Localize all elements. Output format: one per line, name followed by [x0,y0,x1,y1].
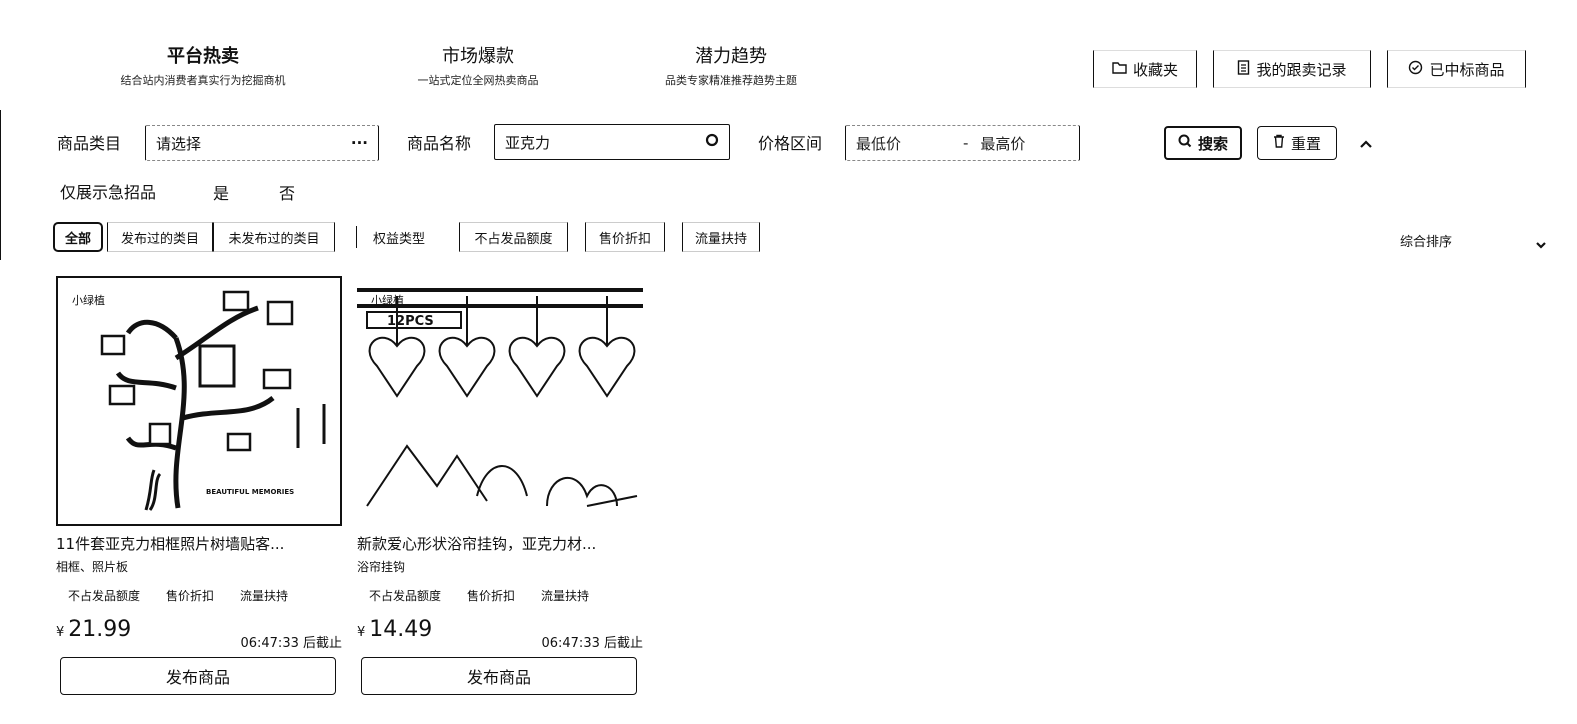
product-category: 浴帘挂钩 [357,560,406,574]
chip-discount[interactable]: 售价折扣 [585,222,665,252]
price-range-label: 价格区间 [758,134,823,153]
tag-discount: 售价折扣 [166,589,215,603]
tab-subtitle: 一站式定位全网热卖商品 [417,74,539,87]
price-range-input[interactable]: 最低价 - 最高价 [845,125,1080,161]
favorites-button[interactable]: 收藏夹 [1093,50,1197,88]
search-label: 搜索 [1197,134,1228,153]
publish-product-button[interactable]: 发布商品 [361,657,637,695]
chip-no-quota[interactable]: 不占发品额度 [459,222,568,252]
category-label: 商品类目 [57,134,122,153]
tag-traffic: 流量扶持 [541,589,590,603]
chip-all[interactable]: 全部 [53,222,103,252]
badge-text: 12PCS [387,314,434,329]
category-select[interactable]: 请选择 ··· [145,125,379,161]
product-price: ¥14.49 [357,617,432,642]
won-products-button[interactable]: 已中标商品 [1387,50,1526,88]
trash-icon [1273,134,1285,152]
deadline-countdown: 06:47:33 后截止 [541,636,643,651]
price-value: 14.49 [369,617,433,642]
product-category: 相框、照片板 [56,560,129,574]
tag-discount: 售价折扣 [467,589,516,603]
product-name-value: 亚克力 [505,133,551,152]
product-tags: 不占发品额度 售价折扣 流量扶持 [369,587,589,604]
document-icon [1237,60,1250,78]
currency-symbol: ¥ [357,625,366,640]
collapse-chevron-icon[interactable] [1359,134,1373,153]
my-records-button[interactable]: 我的跟卖记录 [1213,50,1371,88]
tab-title: 潜力趋势 [695,46,767,67]
tab-platform-hot[interactable]: 平台热卖 结合站内消费者真实行为挖掘商机 [88,46,318,89]
deadline-countdown: 06:47:33 后截止 [240,636,342,651]
my-records-label: 我的跟卖记录 [1256,60,1347,79]
product-title[interactable]: 新款爱心形状浴帘挂钩，亚克力材... [357,533,643,554]
tab-potential-trend[interactable]: 潜力趋势 品类专家精准推荐趋势主题 [636,46,826,89]
price-value: 21.99 [68,617,132,642]
chip-divider [356,226,357,248]
tab-title: 平台热卖 [167,46,239,67]
price-min-input[interactable]: 最低价 [856,133,951,154]
tab-subtitle: 结合站内消费者真实行为挖掘商机 [120,74,286,87]
product-name-input[interactable]: 亚克力 [494,124,730,160]
watermark-text: 小绿植 [371,293,404,307]
sort-select-label[interactable]: 综合排序 [1400,231,1452,250]
tab-subtitle: 品类专家精准推荐趋势主题 [665,74,797,87]
watermark-text: 小绿植 [72,293,105,307]
clear-icon[interactable] [705,133,719,151]
product-price: ¥21.99 [56,617,131,642]
tab-market-hit[interactable]: 市场爆款 一站式定位全网热卖商品 [388,46,568,89]
urgent-yes-option[interactable]: 是 [213,184,229,204]
left-edge-line [0,110,1,260]
reset-button[interactable]: 重置 [1257,126,1337,160]
product-title[interactable]: 11件套亚克力相框照片树墙贴客... [56,533,342,554]
product-image[interactable]: 小绿植 12PCS [357,276,643,526]
urgent-no-option[interactable]: 否 [279,184,295,204]
price-separator: - [963,134,969,152]
won-products-label: 已中标商品 [1429,60,1505,79]
badge-check-icon [1408,60,1423,78]
tag-no-quota: 不占发品额度 [369,589,442,603]
price-max-input[interactable]: 最高价 [980,133,1025,154]
product-image[interactable]: 小绿植 BEAUTIFUL MEMORIES [56,276,342,526]
sort-chevron-down-icon[interactable] [1535,235,1547,254]
category-select-value: 请选择 [156,134,202,153]
urgent-only-label: 仅展示急招品 [60,183,157,202]
reset-label: 重置 [1290,134,1321,153]
chip-published-categories[interactable]: 发布过的类目 [107,222,213,252]
product-name-label: 商品名称 [407,134,472,153]
search-icon [1178,134,1192,152]
chip-unpublished-categories[interactable]: 未发布过的类目 [213,222,335,252]
product-tags: 不占发品额度 售价折扣 流量扶持 [68,587,288,604]
tag-traffic: 流量扶持 [240,589,289,603]
tab-title: 市场爆款 [442,46,514,67]
folder-icon [1112,61,1127,77]
more-icon: ··· [350,134,368,152]
favorites-label: 收藏夹 [1132,60,1178,79]
search-button[interactable]: 搜索 [1164,126,1242,160]
chip-traffic-support[interactable]: 流量扶持 [682,222,760,252]
currency-symbol: ¥ [56,625,65,640]
caption-text: BEAUTIFUL MEMORIES [206,488,294,496]
tag-no-quota: 不占发品额度 [68,589,141,603]
publish-product-button[interactable]: 发布商品 [60,657,336,695]
rights-type-label: 权益类型 [373,232,426,247]
